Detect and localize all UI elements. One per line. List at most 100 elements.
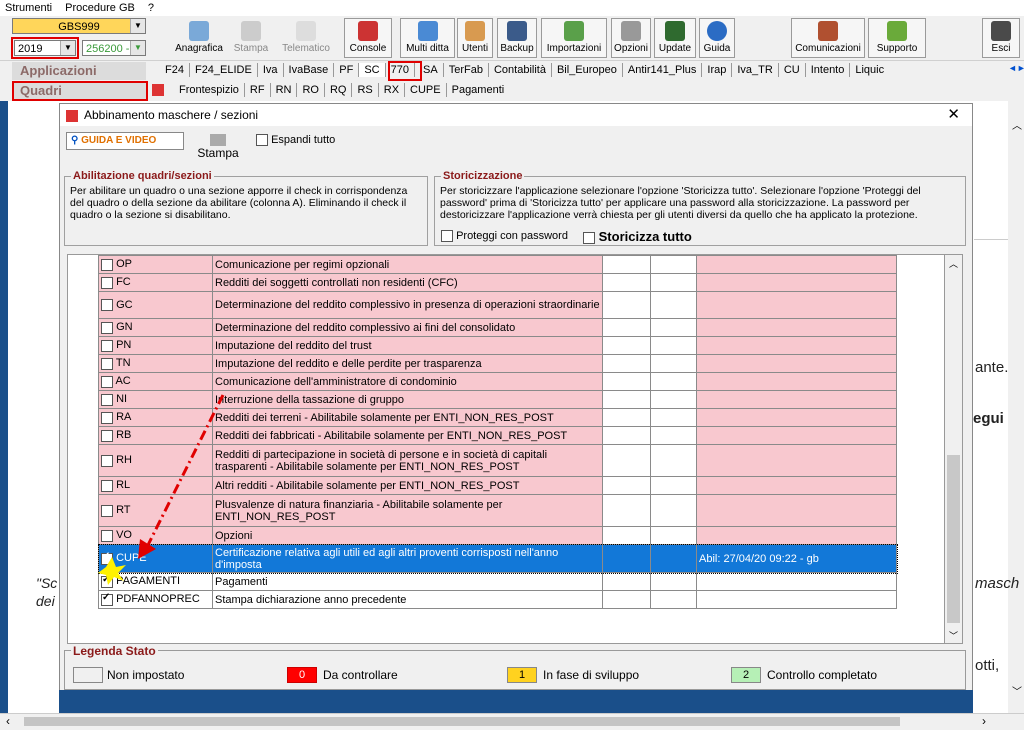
- guida-button[interactable]: Guida: [699, 18, 735, 58]
- quadro-tab-rf[interactable]: RF: [245, 83, 271, 97]
- print-dialog-button[interactable]: Stampa: [193, 132, 243, 168]
- app-tab-iva[interactable]: Iva: [258, 63, 284, 77]
- telematico-button[interactable]: Telematico: [276, 18, 336, 58]
- stampa-button[interactable]: Stampa: [230, 18, 272, 58]
- quadri-row: Quadri Frontespizio RF RN RO RQ RS RX CUPE Pagam…: [0, 81, 1024, 101]
- app-tab-terfab[interactable]: TerFab: [444, 63, 489, 77]
- page-scrollbar[interactable]: [1008, 101, 1024, 713]
- storicizza-tutto-checkbox[interactable]: Storicizza tutto: [583, 229, 692, 244]
- app-tab-pf[interactable]: PF: [334, 63, 360, 77]
- horizontal-scrollbar[interactable]: ‹ ›: [0, 713, 1024, 730]
- app-tab-iva-tr[interactable]: Iva_TR: [732, 63, 779, 77]
- app-tab-ivabase[interactable]: IvaBase: [284, 63, 335, 77]
- quadro-tab-cupe[interactable]: CUPE: [405, 83, 447, 97]
- chevron-down-icon[interactable]: ﹀: [1012, 683, 1022, 698]
- backup-icon: [507, 21, 527, 41]
- applicazioni-label[interactable]: Applicazioni: [12, 62, 146, 80]
- checkbox[interactable]: [256, 134, 268, 147]
- year-highlight: [11, 37, 79, 59]
- backup-button[interactable]: Backup: [497, 18, 537, 58]
- product-select[interactable]: GBS999 ▼: [12, 18, 146, 34]
- legend-swatch-green: 2: [731, 667, 761, 683]
- app-tab-cu[interactable]: CU: [779, 63, 806, 77]
- telematic-icon: [296, 21, 316, 41]
- esci-button[interactable]: Esci: [982, 18, 1020, 58]
- app-tab-liquic[interactable]: Liquic: [850, 63, 889, 77]
- exit-icon: [991, 21, 1011, 41]
- chevron-right-icon[interactable]: ›: [982, 714, 986, 728]
- importazioni-button[interactable]: Importazioni: [541, 18, 607, 58]
- application-tabs: F24 F24_ELIDE Iva IvaBase PF SC 770 ISA TerFab Co…: [160, 63, 889, 77]
- click-burst-icon: [98, 557, 126, 585]
- red-arrow-line: [146, 394, 225, 546]
- menu-strumenti[interactable]: Strumenti: [0, 0, 57, 16]
- group-title: Abilitazione quadri/sezioni: [71, 170, 214, 182]
- console-icon: [358, 21, 378, 41]
- dialog-title: Abbinamento maschere / sezioni: [84, 108, 259, 122]
- user-select[interactable]: 256200 - ▼: [82, 40, 146, 56]
- supporto-button[interactable]: Supporto: [868, 18, 926, 58]
- app-tab-contabilita[interactable]: Contabilità: [489, 63, 552, 77]
- quadro-tab-ro[interactable]: RO: [297, 83, 325, 97]
- app-tab-intento[interactable]: Intento: [806, 63, 851, 77]
- quadro-tab-rn[interactable]: RN: [271, 83, 298, 97]
- group-title: Legenda Stato: [71, 644, 158, 658]
- tabs-scroll-arrows[interactable]: ◄►: [1008, 63, 1024, 73]
- utenti-button[interactable]: Utenti: [457, 18, 493, 58]
- printer-icon: [210, 134, 226, 146]
- menu-bar: Strumenti Procedure GB ?: [0, 0, 1024, 16]
- legend-swatch-yellow: 1: [507, 667, 537, 683]
- communications-icon: [818, 21, 838, 41]
- chevron-up-icon[interactable]: ︿: [1012, 117, 1022, 132]
- hscroll-thumb[interactable]: [24, 717, 900, 726]
- guide-video-button[interactable]: ⚲ GUIDA E VIDEO: [66, 132, 184, 150]
- sc-highlight: [388, 61, 422, 81]
- quadro-tab-rq[interactable]: RQ: [325, 83, 353, 97]
- import-icon: [564, 21, 584, 41]
- chevron-down-icon[interactable]: ▼: [130, 19, 145, 33]
- expand-all-checkbox[interactable]: Espandi tutto: [256, 134, 335, 147]
- legend-label: Controllo completato: [767, 668, 878, 682]
- quadro-tab-pagamenti[interactable]: Pagamenti: [447, 83, 510, 97]
- address-book-icon: [189, 21, 209, 41]
- support-icon: [887, 21, 907, 41]
- app-tab-f24[interactable]: F24: [160, 63, 190, 77]
- dialog-bottom-bar: [59, 690, 973, 713]
- update-button[interactable]: Update: [654, 18, 696, 58]
- chevron-up-icon[interactable]: ︿: [949, 257, 958, 270]
- chevron-left-icon[interactable]: ‹: [6, 714, 10, 728]
- red-arrow-head: [138, 539, 156, 559]
- quadri-tabs: Frontespizio RF RN RO RQ RS RX CUPE Pagamenti: [174, 83, 509, 97]
- opzioni-button[interactable]: Opzioni: [611, 18, 651, 58]
- legenda-stato-group: Legenda Stato Non impostato 0 Da control…: [64, 644, 966, 690]
- chevron-down-icon[interactable]: ▼: [130, 41, 145, 55]
- quadro-tab-rs[interactable]: RS: [352, 83, 379, 97]
- product-value: GBS999: [58, 21, 100, 33]
- bg-text-fragment: dei: [36, 593, 55, 609]
- app-tab-irap[interactable]: Irap: [702, 63, 733, 77]
- menu-help[interactable]: ?: [143, 0, 159, 16]
- quadri-highlight: [12, 81, 148, 101]
- app-tab-bil-europeo[interactable]: Bil_Europeo: [552, 63, 623, 77]
- dialog-titlebar: Abbinamento maschere / sezioni ✕: [60, 104, 972, 126]
- scroll-thumb[interactable]: [947, 455, 960, 623]
- app-tab-antir141-plus[interactable]: Antir141_Plus: [623, 63, 703, 77]
- pdf-icon[interactable]: [152, 84, 164, 96]
- quadro-tab-frontespizio[interactable]: Frontespizio: [174, 83, 245, 97]
- console-button[interactable]: Console: [344, 18, 392, 58]
- options-icon: [621, 21, 641, 41]
- menu-procedure-gb[interactable]: Procedure GB: [60, 0, 140, 16]
- annotation-overlay: [98, 394, 225, 585]
- comunicazioni-button[interactable]: Comunicazioni: [791, 18, 865, 58]
- bg-text-fragment: egui: [973, 410, 1004, 427]
- quadro-tab-rx[interactable]: RX: [379, 83, 406, 97]
- app-tab-sc[interactable]: SC: [359, 63, 386, 77]
- printer-icon: [241, 21, 261, 41]
- multi-ditta-button[interactable]: Multi ditta: [400, 18, 455, 58]
- protect-password-checkbox[interactable]: Proteggi con password: [441, 230, 568, 243]
- close-icon[interactable]: ✕: [947, 104, 960, 126]
- chevron-down-icon[interactable]: ﹀: [949, 629, 958, 642]
- anagrafica-button[interactable]: Anagrafica: [168, 18, 230, 58]
- grid-vertical-scrollbar[interactable]: ︿ ﹀: [945, 254, 963, 644]
- app-tab-f24-elide[interactable]: F24_ELIDE: [190, 63, 258, 77]
